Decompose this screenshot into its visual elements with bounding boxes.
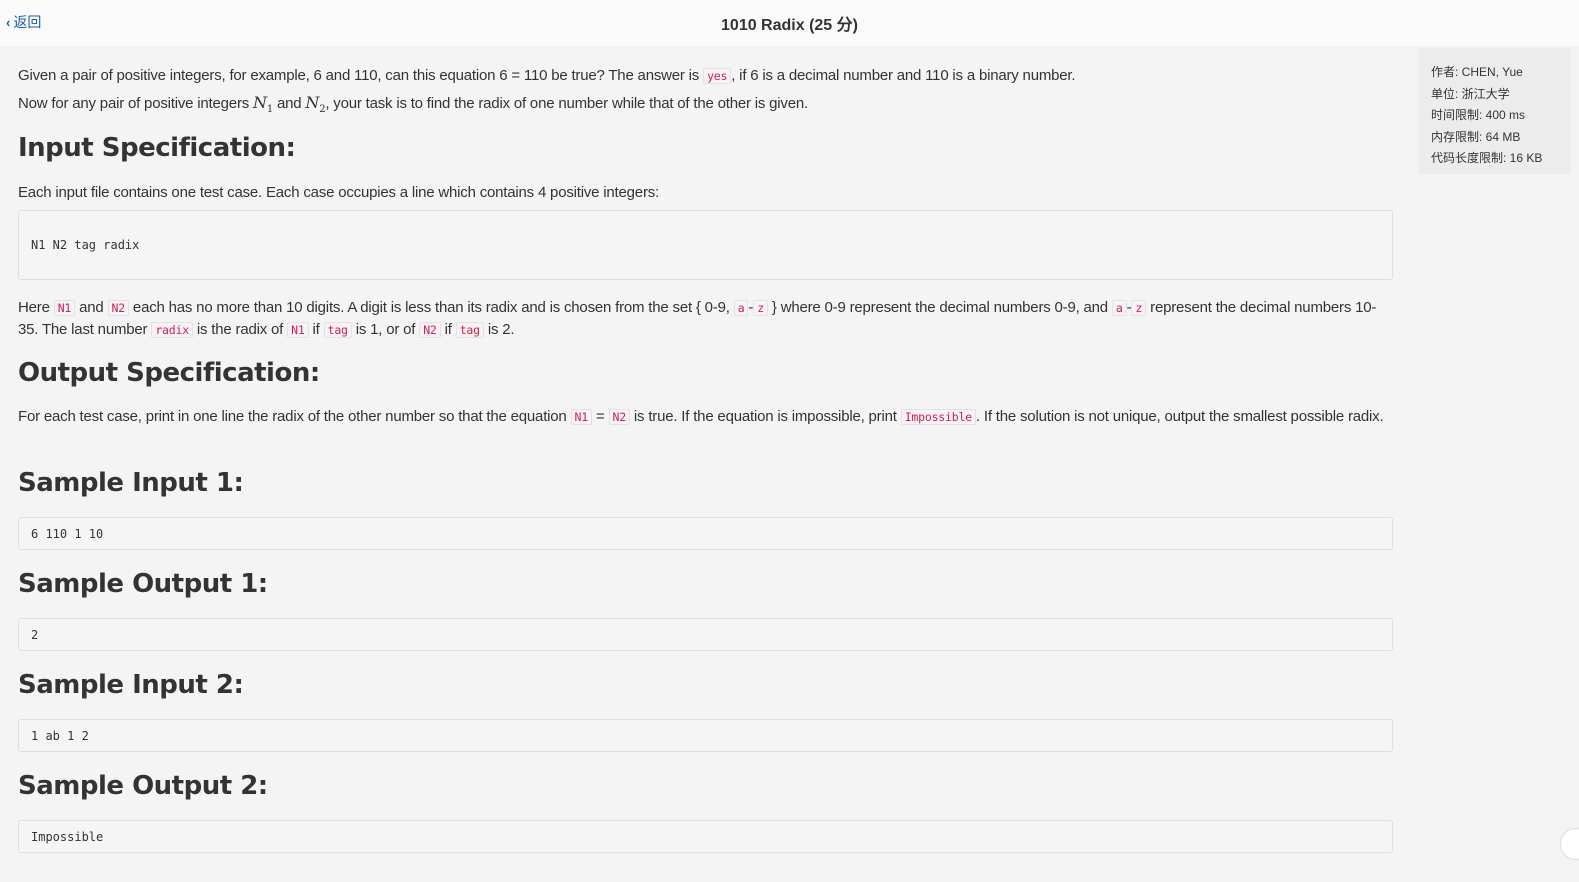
sample-input-2-block: 1 ab 1 2 [18,719,1393,752]
inline-code: z [1131,300,1147,316]
intro-line-2: Now for any pair of positive integers N1… [18,92,808,120]
sample-input-1-block: 6 110 1 10 [18,517,1393,550]
text: , your task is to find the radix of one … [325,95,808,112]
text: . If the solution is not unique, output … [975,408,1384,425]
math-var: N [253,93,267,112]
inline-code: a [1111,300,1127,316]
text: is true. If the equation is impossible, … [629,408,901,425]
constraints-paragraph: Here N1 and N2 each has no more than 10 … [18,297,1393,341]
text: is 2. [483,321,515,338]
text: } where 0-9 represent the decimal number… [767,299,1112,316]
input-spec-text: Each input file contains one test case. … [18,184,660,201]
text: is 1, or of [351,321,420,338]
sample-input-1-heading: Sample Input 1: [18,468,244,498]
unit-info: 单位: 浙江大学 [1431,86,1510,101]
inline-code: N1 [287,322,309,338]
sample-output-2-heading: Sample Output 2: [18,771,268,801]
inline-code: Impossible [900,409,976,425]
inline-code: N2 [608,409,630,425]
author-info: 作者: CHEN, Yue [1431,65,1523,79]
output-spec-heading: Output Specification: [18,358,320,388]
inline-code: radix [151,322,193,338]
inline-code: yes [703,68,732,84]
inline-code: a [733,300,749,316]
inline-code: N1 [570,409,592,425]
sample-input-2-heading: Sample Input 2: [18,670,244,700]
inline-code: tag [323,322,352,338]
input-spec-heading: Input Specification: [18,133,296,163]
math-n2: N2 [305,93,325,115]
inline-code: N2 [419,322,441,338]
output-spec-text: For each test case, print in one line th… [18,406,1393,428]
text: Given a pair of positive integers, for e… [18,67,704,84]
text: if [308,321,324,338]
text: if [440,321,456,338]
math-n1: N1 [253,93,273,115]
sample-output-1-block: 2 [18,618,1393,651]
text: is the radix of [192,321,288,338]
text: Now for any pair of positive integers [18,95,254,112]
text: each has no more than 10 digits. A digit… [128,299,734,316]
text: = [592,408,609,425]
sample-output-1-heading: Sample Output 1: [18,569,268,599]
text: , if 6 is a decimal number and 110 is a … [731,67,1076,84]
inline-code: N1 [53,300,76,316]
text: Here [18,299,54,316]
input-format-block: N1 N2 tag radix [18,210,1393,280]
text: and [75,299,108,316]
inline-code: N2 [107,300,129,316]
text: and [273,95,306,112]
memory-limit-info: 内存限制: 64 MB [1431,129,1521,144]
page-title: 1010 Radix (25 分) [721,17,858,34]
floating-action-button[interactable] [1560,828,1579,860]
code-length-limit-info: 代码长度限制: 16 KB [1431,151,1543,165]
sample-output-2-block: Impossible [18,820,1393,853]
top-bar: ‹ 返回 1010 Radix (25 分) [0,0,1579,46]
problem-content: Given a pair of positive integers, for e… [2,48,1409,882]
text: For each test case, print in one line th… [18,408,571,425]
problem-info-panel: 作者: CHEN, Yue 单位: 浙江大学 时间限制: 400 ms 内存限制… [1419,48,1571,174]
inline-code: tag [455,322,484,338]
time-limit-info: 时间限制: 400 ms [1431,108,1526,122]
math-var: N [305,93,320,112]
intro-line-1: Given a pair of positive integers, for e… [18,65,1076,87]
inline-code: z [753,300,768,316]
